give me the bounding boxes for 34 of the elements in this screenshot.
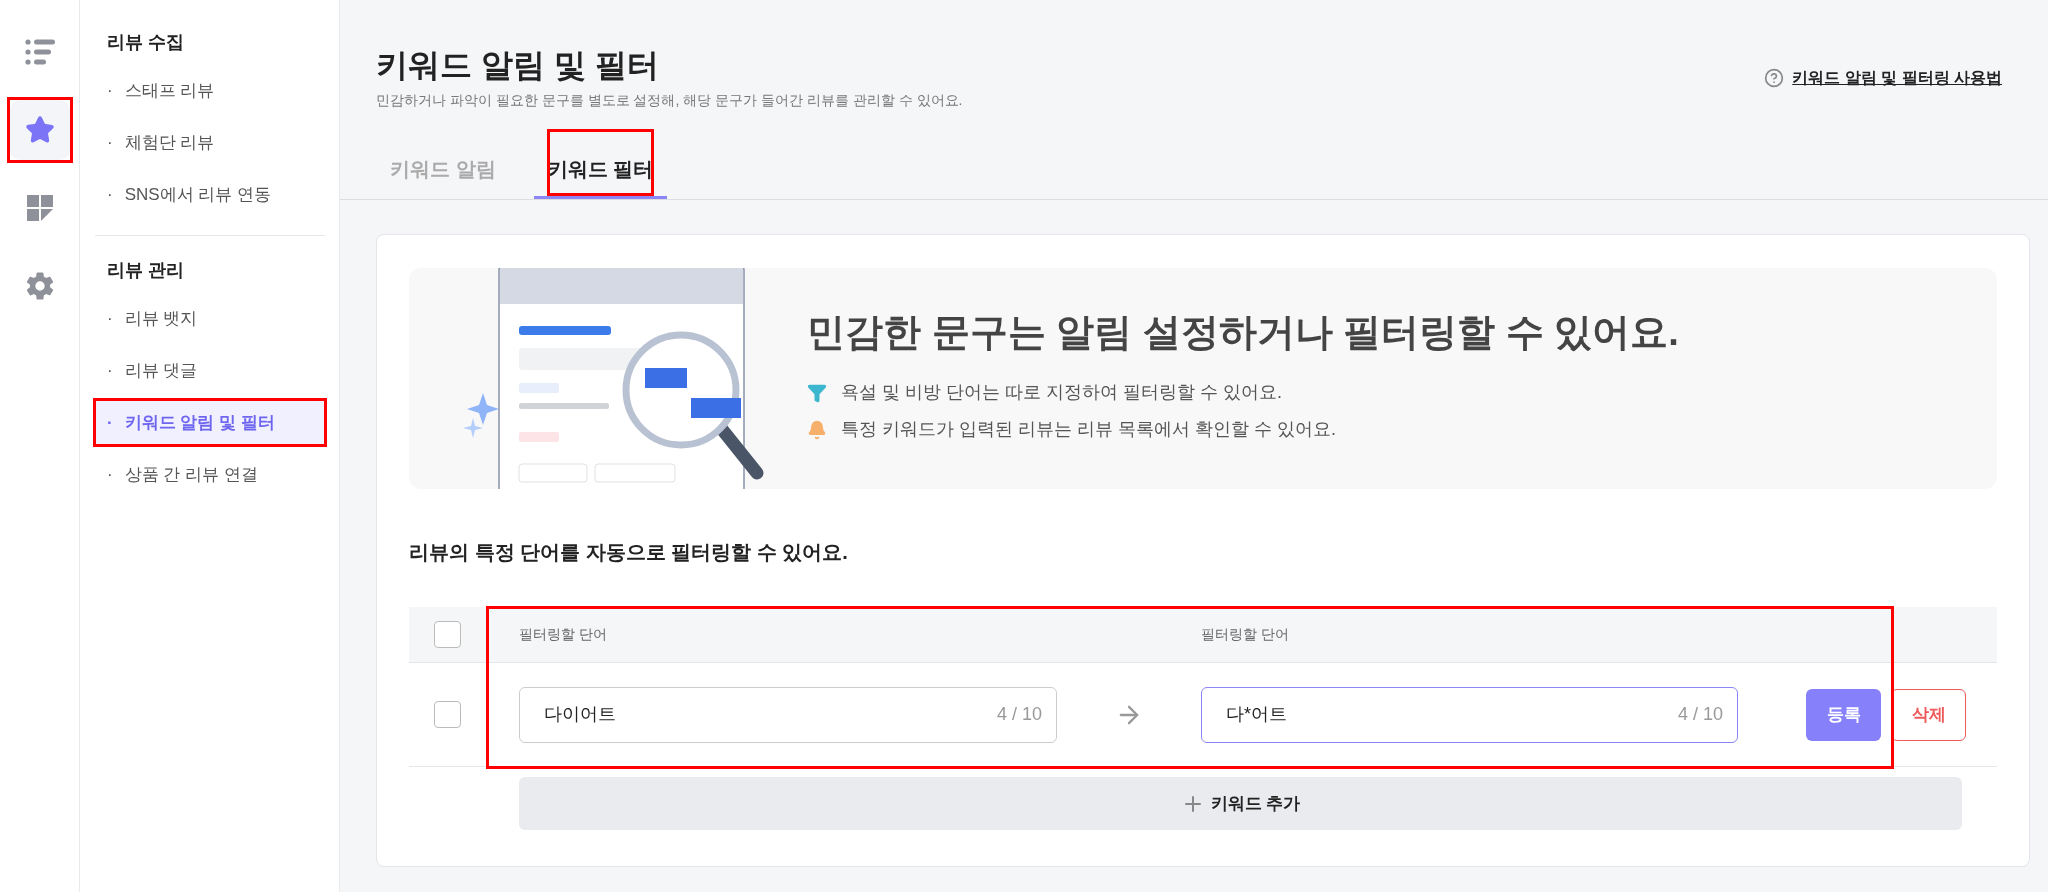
checkbox[interactable] xyxy=(434,701,461,728)
sidebar-item[interactable]: · 키워드 알림 및 필터 xyxy=(95,400,325,445)
column-header: 필터링할 단어 xyxy=(1201,625,1290,644)
page-subtitle: 민감하거나 파악이 필요한 문구를 별도로 설정해, 해당 문구가 들어간 리뷰를 관리할 수 있어요. xyxy=(376,91,963,110)
help-icon xyxy=(1764,68,1785,88)
highlight-frame xyxy=(6,97,73,163)
section-title: 리뷰 관리 xyxy=(106,259,185,282)
page-title: 키워드 알림 및 필터 xyxy=(376,46,660,85)
column-header: 필터링할 단어 xyxy=(519,625,608,644)
filter-icon xyxy=(807,382,827,403)
add-keyword-button[interactable]: 키워드 추가 xyxy=(519,777,1962,830)
keyword-field[interactable]: 다이어트 4 / 10 xyxy=(519,686,1057,743)
bell-icon xyxy=(807,419,827,440)
rail-button[interactable] xyxy=(9,100,70,160)
banner-point: 욕설 및 비방 단어는 따로 지정하여 필터링할 수 있어요. xyxy=(841,381,1282,404)
sidebar-item[interactable]: · 체험단 리뷰 xyxy=(95,120,325,165)
keyword-field[interactable]: 다*어트 4 / 10 xyxy=(1201,686,1738,743)
banner-headline: 민감한 문구는 알림 설정하거나 필터링할 수 있어요. xyxy=(807,310,1679,355)
sidebar-item[interactable]: · 리뷰 댓글 xyxy=(95,348,325,393)
list-icon xyxy=(24,39,55,65)
settings-icon xyxy=(24,271,55,301)
banner-point: 특정 키워드가 입력된 리뷰는 리뷰 목록에서 확인할 수 있어요. xyxy=(841,418,1336,441)
dashboard-icon xyxy=(26,195,53,221)
star-icon xyxy=(24,115,55,145)
sidebar-item[interactable]: · SNS에서 리뷰 연동 xyxy=(95,172,325,217)
checkbox[interactable] xyxy=(434,621,461,648)
section-heading: 리뷰의 특정 단어를 자동으로 필터링할 수 있어요. xyxy=(409,540,849,565)
tab[interactable]: 키워드 필터 xyxy=(533,141,668,199)
sidebar-item[interactable]: · 리뷰 뱃지 xyxy=(95,296,325,341)
sidebar-item[interactable]: · 상품 간 리뷰 연결 xyxy=(95,452,325,497)
section-title: 리뷰 수집 xyxy=(106,31,185,54)
character-counter: 4 / 10 xyxy=(996,703,1042,726)
character-counter: 4 / 10 xyxy=(1677,703,1723,726)
sidebar-item[interactable]: · 스태프 리뷰 xyxy=(95,68,325,113)
